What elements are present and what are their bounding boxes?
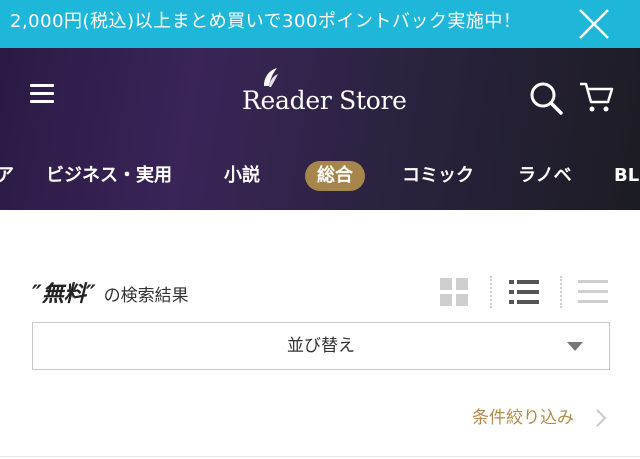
category-tab-bl[interactable]: BL	[614, 158, 639, 194]
compact-list-view-icon[interactable]	[576, 276, 608, 308]
reader-store-logo[interactable]: Reader Store	[240, 64, 410, 124]
category-nav: ア ビジネス・実用 小説 総合 コミック ラノベ BL	[0, 158, 640, 194]
search-result-label: の検索結果	[103, 286, 189, 306]
search-icon[interactable]	[528, 80, 564, 116]
grid-view-icon[interactable]	[438, 276, 470, 308]
category-tab-partial[interactable]: ア	[0, 158, 14, 194]
cart-icon[interactable]	[578, 80, 614, 114]
category-tab-comic[interactable]: コミック	[402, 158, 474, 194]
category-tab-light-novel[interactable]: ラノベ	[518, 158, 572, 194]
filter-conditions-link[interactable]: 条件絞り込み	[472, 404, 574, 432]
chevron-down-icon	[567, 342, 583, 351]
category-tab-novel[interactable]: 小説	[224, 158, 260, 194]
promo-text[interactable]: 2,000円(税込)以上まとめ買いで300ポイントバック実施中！	[10, 0, 521, 48]
category-tab-business[interactable]: ビジネス・実用	[46, 158, 172, 194]
sort-label: 並び替え	[287, 336, 355, 356]
search-result-heading: ″無料″ の検索結果	[32, 276, 189, 308]
category-tab-general[interactable]: 総合	[305, 161, 365, 191]
promo-banner: 2,000円(税込)以上まとめ買いで300ポイントバック実施中！	[0, 0, 640, 48]
sort-dropdown[interactable]: 並び替え	[32, 322, 610, 370]
close-icon[interactable]	[576, 6, 612, 42]
chevron-right-icon[interactable]	[594, 407, 608, 429]
hamburger-menu-icon[interactable]	[30, 82, 58, 106]
site-header: Reader Store ア ビジネス・実用 小説 総合 コミック ラノベ BL	[0, 48, 640, 210]
divider	[490, 276, 492, 308]
logo-leaf-icon	[264, 68, 278, 87]
search-query: ″無料″	[32, 282, 96, 307]
divider	[0, 456, 640, 457]
logo-text: Reader Store	[242, 86, 407, 115]
divider	[560, 276, 562, 308]
list-view-icon[interactable]	[507, 276, 539, 308]
